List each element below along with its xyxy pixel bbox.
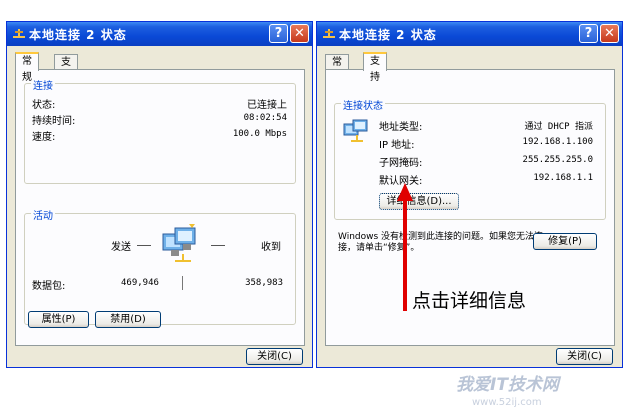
tab-general[interactable]: 常规	[15, 52, 39, 83]
status-label: 状态:	[32, 100, 56, 111]
group-title: 连接	[31, 77, 55, 92]
divider	[182, 276, 183, 290]
status-window-general: 本地连接 2 状态 ? ✕ 常规 支持 连接 状态: 已连接上 持续时间: 08…	[6, 21, 313, 368]
ip-address-label: IP 地址:	[379, 140, 415, 151]
sent-dash	[137, 245, 151, 246]
address-type-label: 地址类型:	[379, 122, 423, 133]
annotation-text: 点击详细信息	[412, 290, 527, 312]
duration-label: 持续时间:	[32, 116, 76, 127]
ip-address-value: 192.168.1.100	[522, 137, 593, 147]
close-window-button[interactable]: ✕	[600, 24, 619, 43]
title-bar[interactable]: 本地连接 2 状态 ? ✕	[7, 22, 312, 46]
connection-group: 连接 状态: 已连接上 持续时间: 08:02:54 速度: 100.0 Mbp…	[24, 77, 296, 184]
speed-value: 100.0 Mbps	[232, 129, 287, 139]
received-dash	[211, 245, 225, 246]
properties-button[interactable]: 属性(P)	[28, 311, 89, 328]
group-title: 活动	[31, 207, 55, 222]
help-button[interactable]: ?	[579, 24, 598, 43]
tab-panel: 连接 状态: 已连接上 持续时间: 08:02:54 速度: 100.0 Mbp…	[15, 69, 305, 346]
watermark-url: www.52ij.com	[472, 397, 542, 408]
activity-group: 活动 发送 收到 数据包: 469,946 358,983	[24, 207, 296, 325]
watermark-text: 我爱IT技术网	[456, 375, 559, 395]
duration-value: 08:02:54	[243, 113, 287, 123]
close-dialog-button[interactable]: 关闭(C)	[556, 348, 613, 365]
packets-sent: 469,946	[121, 278, 159, 288]
network-connection-icon	[13, 29, 25, 38]
disable-button[interactable]: 禁用(D)	[95, 311, 161, 328]
packets-label: 数据包:	[32, 281, 66, 292]
close-window-button[interactable]: ✕	[290, 24, 309, 43]
network-computers-icon	[162, 224, 196, 262]
details-button[interactable]: 详细信息(D)...	[379, 193, 459, 210]
subnet-mask-label: 子网掩码:	[379, 158, 423, 169]
window-title: 本地连接 2 状态	[339, 28, 437, 42]
tab-support[interactable]: 支持	[54, 54, 78, 84]
tab-support[interactable]: 支持	[363, 52, 387, 83]
tab-general[interactable]: 常规	[325, 54, 349, 84]
window-title: 本地连接 2 状态	[29, 28, 127, 42]
status-window-support: 本地连接 2 状态 ? ✕ 常规 支持 连接状态 地址类型: 通过 DHCP 指…	[316, 21, 623, 368]
subnet-mask-value: 255.255.255.0	[522, 155, 593, 165]
group-title: 连接状态	[341, 97, 385, 112]
received-label: 收到	[261, 242, 281, 253]
connection-status-group: 连接状态 地址类型: 通过 DHCP 指派 IP 地址: 192.168.1.1…	[334, 97, 606, 220]
default-gateway-value: 192.168.1.1	[533, 173, 593, 183]
speed-label: 速度:	[32, 132, 56, 143]
repair-button[interactable]: 修复(P)	[533, 233, 597, 250]
repair-message: Windows 没有检测到此连接的问题。如果您无法连接，请单击“修复”。	[338, 232, 544, 253]
network-computers-icon	[343, 119, 368, 142]
address-type-value: 通过 DHCP 指派	[524, 122, 593, 132]
sent-label: 发送	[111, 242, 131, 253]
title-bar[interactable]: 本地连接 2 状态 ? ✕	[317, 22, 622, 46]
status-value: 已连接上	[247, 100, 287, 111]
close-dialog-button[interactable]: 关闭(C)	[246, 348, 303, 365]
packets-received: 358,983	[245, 278, 283, 288]
help-button[interactable]: ?	[269, 24, 288, 43]
network-connection-icon	[323, 29, 335, 38]
